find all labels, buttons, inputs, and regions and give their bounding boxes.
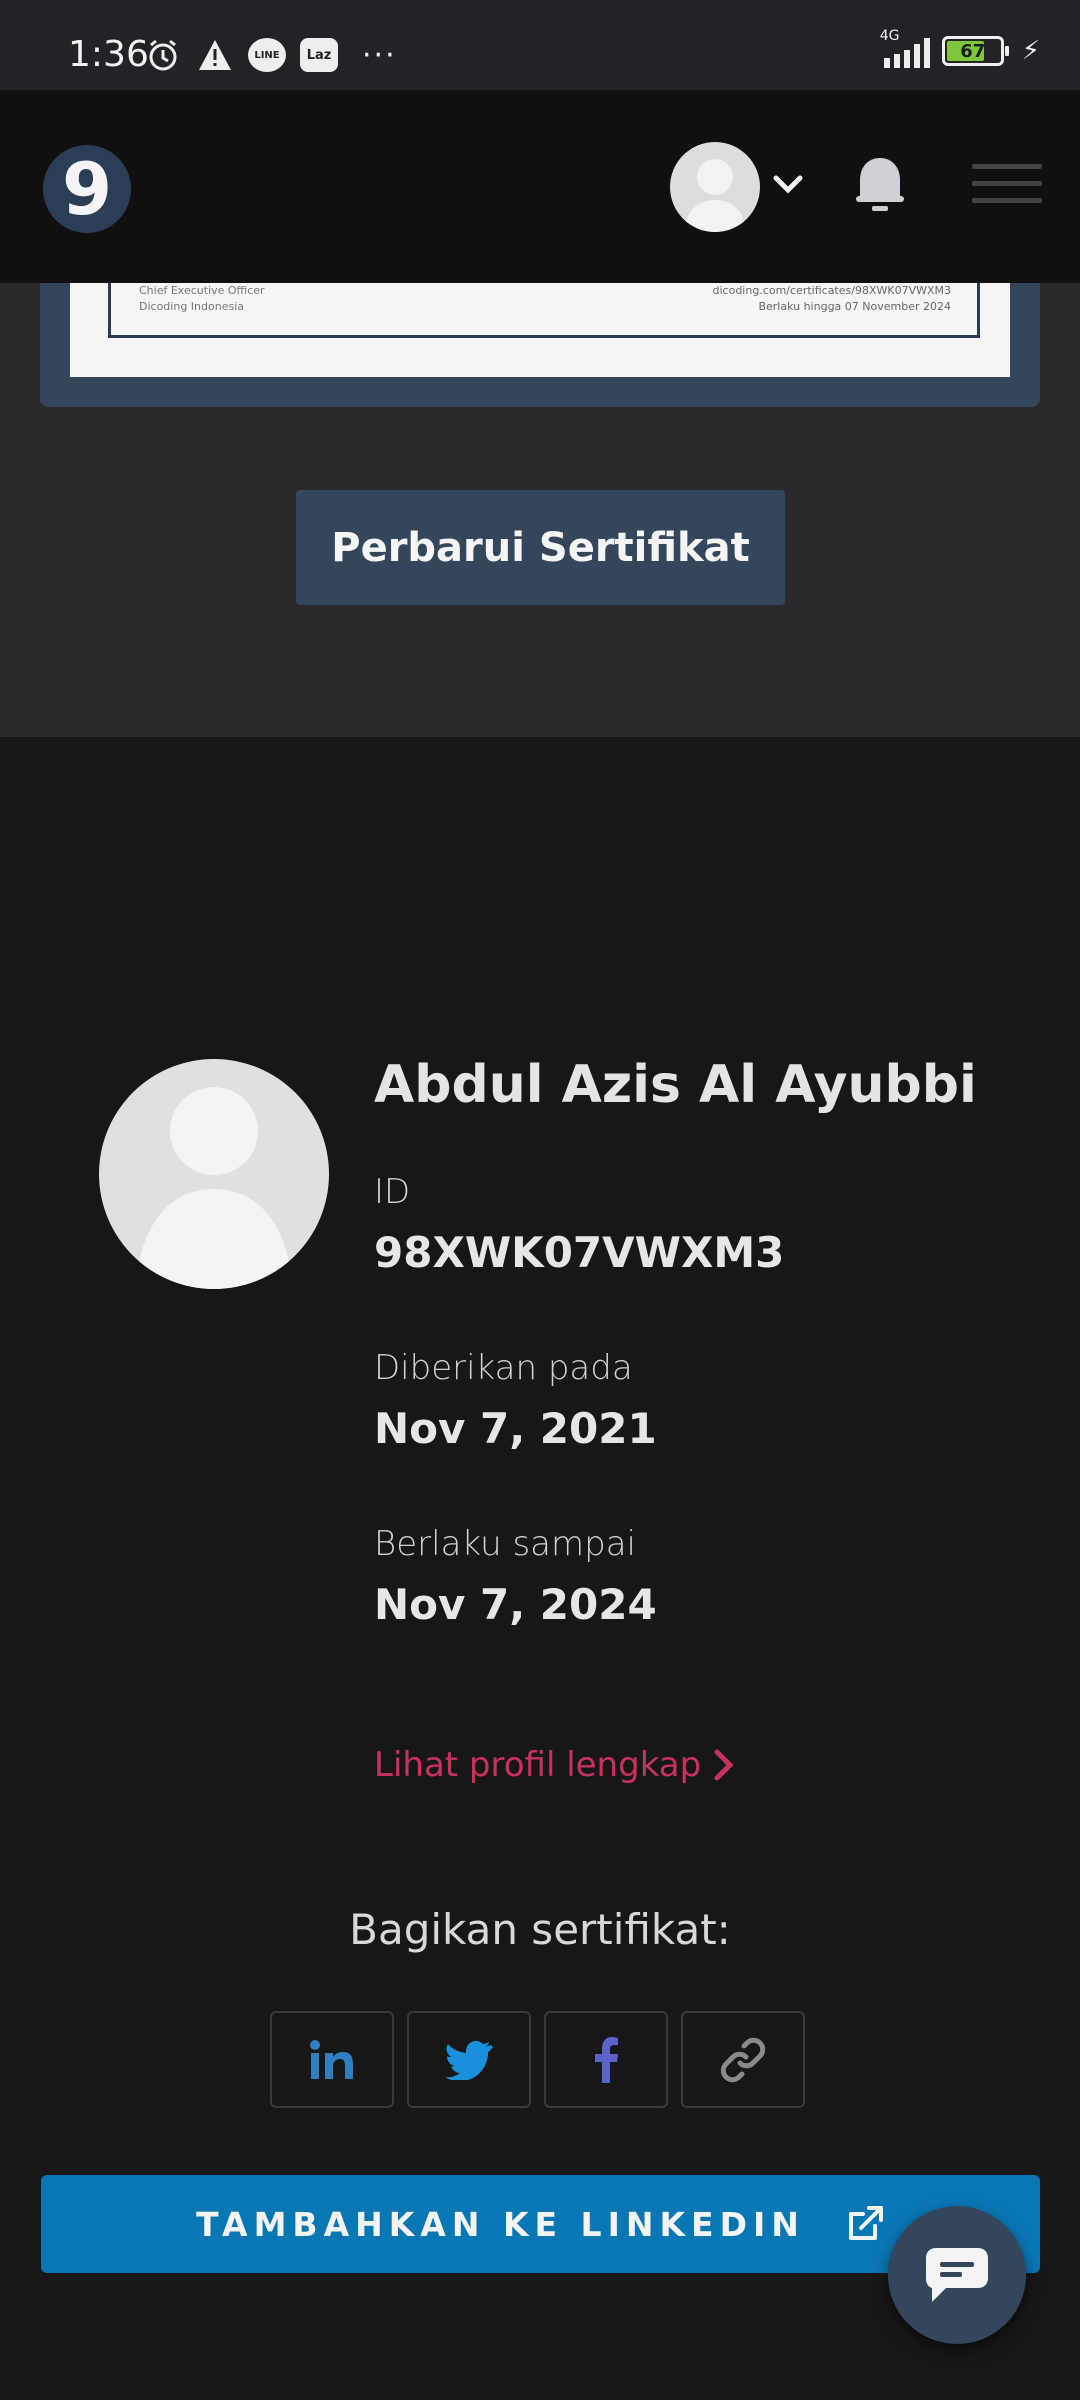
alarm-icon <box>144 36 182 74</box>
app-header: 9 <box>0 90 1080 283</box>
certificate-signer: Chief Executive Officer Dicoding Indones… <box>139 283 265 315</box>
recipient-name: Abdul Azis Al Ayubbi <box>374 1055 977 1115</box>
signer-title: Chief Executive Officer <box>139 284 265 297</box>
signer-org: Dicoding Indonesia <box>139 300 244 313</box>
renew-certificate-button[interactable]: Perbarui Sertifikat <box>296 490 785 605</box>
system-icons: 4G 67 ⚡ <box>880 28 1040 68</box>
id-label: ID <box>374 1172 411 1212</box>
bell-icon[interactable] <box>850 152 910 216</box>
full-profile-link-label: Lihat profil lengkap <box>374 1745 702 1785</box>
certificate-section: Chief Executive Officer Dicoding Indones… <box>0 283 1080 737</box>
signal-icon: 4G <box>880 28 930 68</box>
share-buttons <box>270 2011 805 2108</box>
line-icon: LINE <box>248 38 286 72</box>
notification-icons: LINE Laz ··· <box>144 36 397 74</box>
link-icon <box>720 2037 766 2082</box>
expires-label: Berlaku sampai <box>374 1524 636 1564</box>
menu-icon[interactable] <box>972 164 1042 208</box>
issued-label: Diberikan pada <box>374 1348 633 1388</box>
avatar-placeholder-icon <box>684 159 746 232</box>
add-to-linkedin-label: TAMBAHKAN KE LINKEDIN <box>196 2204 805 2244</box>
linkedin-icon <box>310 2039 353 2079</box>
facebook-icon <box>595 2036 618 2083</box>
copy-link-button[interactable] <box>681 2011 805 2108</box>
full-profile-link[interactable]: Lihat profil lengkap <box>374 1745 735 1785</box>
id-value: 98XWK07VWXM3 <box>374 1228 785 1277</box>
expires-date: Nov 7, 2024 <box>374 1580 657 1629</box>
battery-icon: 67 <box>941 36 1009 66</box>
network-type: 4G <box>879 28 900 44</box>
battery-level: 67 <box>960 40 986 62</box>
certificate-border: Chief Executive Officer Dicoding Indones… <box>108 283 980 338</box>
certificate-paper: Chief Executive Officer Dicoding Indones… <box>70 283 1010 377</box>
share-twitter-button[interactable] <box>407 2011 531 2108</box>
dicoding-logo[interactable]: 9 <box>43 145 131 233</box>
warning-icon <box>196 36 234 74</box>
avatar-placeholder-icon <box>135 1087 293 1289</box>
status-time: 1:36 <box>68 34 149 75</box>
issued-date: Nov 7, 2021 <box>374 1404 657 1453</box>
lazada-icon: Laz <box>300 38 338 72</box>
external-link-icon <box>848 2206 883 2240</box>
certificate-valid-until: Berlaku hingga 07 November 2024 <box>758 300 951 313</box>
share-label: Bagikan sertifikat: <box>349 1905 731 1954</box>
certificate-url: dicoding.com/certificates/98XWK07VWXM3 <box>712 284 952 297</box>
status-bar: 1:36 LINE Laz ··· 4G 67 ⚡ <box>0 0 1080 90</box>
share-linkedin-button[interactable] <box>270 2011 394 2108</box>
recipient-avatar <box>99 1059 329 1289</box>
certificate-meta: dicoding.com/certificates/98XWK07VWXM3 B… <box>713 283 952 315</box>
more-notifications-icon: ··· <box>362 37 397 73</box>
chat-icon <box>926 2248 988 2302</box>
share-facebook-button[interactable] <box>544 2011 668 2108</box>
chat-button[interactable] <box>888 2206 1026 2344</box>
user-avatar[interactable] <box>670 142 760 232</box>
chevron-down-icon[interactable] <box>768 164 808 204</box>
twitter-icon <box>445 2040 493 2080</box>
certificate-preview: Chief Executive Officer Dicoding Indones… <box>40 283 1040 407</box>
chevron-right-icon <box>714 1749 734 1781</box>
charging-icon: ⚡ <box>1021 36 1040 66</box>
